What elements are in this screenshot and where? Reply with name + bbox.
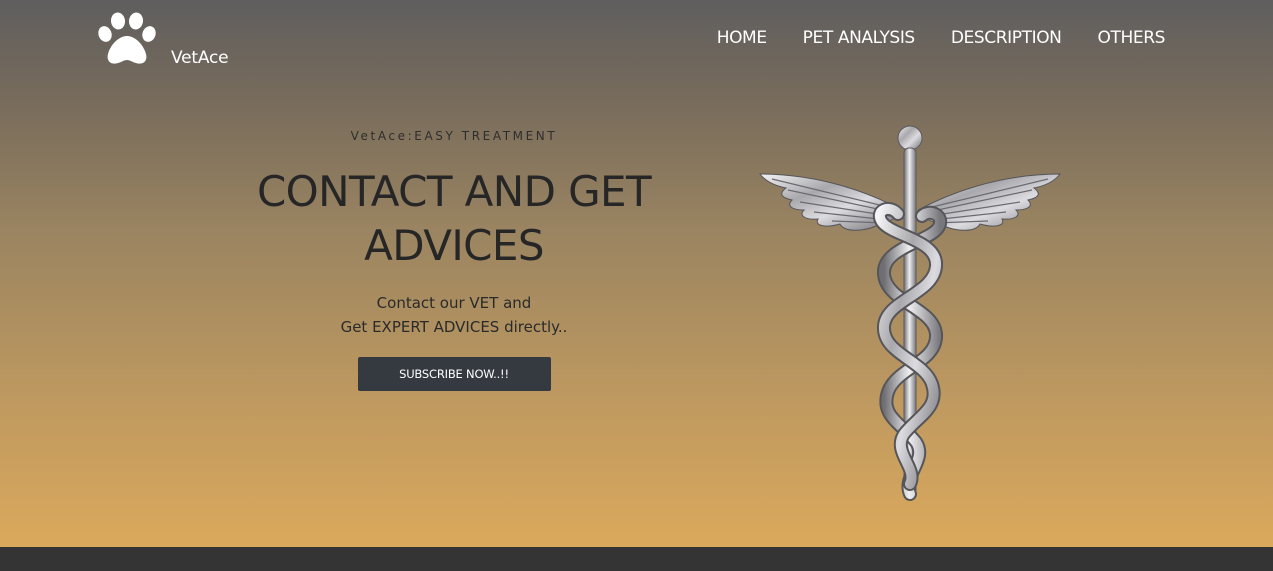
hero-text-block: VetAce:EASY TREATMENT CONTACT AND GET AD… — [234, 129, 674, 391]
hero-headline: CONTACT AND GET ADVICES — [234, 165, 674, 273]
hero-description-line2: Get EXPERT ADVICES directly.. — [340, 318, 568, 336]
hero-headline-line2: ADVICES — [364, 221, 544, 270]
nav-others[interactable]: OTHERS — [1098, 28, 1166, 48]
subscribe-button[interactable]: SUBSCRIBE NOW..!! — [357, 357, 551, 391]
caduceus-image — [758, 125, 1062, 501]
hero-section: VetAce HOME PET ANALYSIS DESCRIPTION OTH… — [0, 0, 1273, 547]
nav-pet-analysis[interactable]: PET ANALYSIS — [803, 28, 916, 48]
paw-icon — [98, 12, 156, 64]
hero-headline-line1: CONTACT AND GET — [256, 167, 652, 216]
hero-description: Contact our VET and Get EXPERT ADVICES d… — [234, 291, 674, 339]
brand-name[interactable]: VetAce — [171, 48, 229, 68]
hero-description-line1: Contact our VET and — [376, 294, 532, 312]
nav-description[interactable]: DESCRIPTION — [951, 28, 1062, 48]
nav-home[interactable]: HOME — [717, 28, 767, 48]
hero-tagline: VetAce:EASY TREATMENT — [350, 129, 558, 143]
logo[interactable]: VetAce — [96, 12, 229, 68]
main-nav: HOME PET ANALYSIS DESCRIPTION OTHERS — [681, 28, 1166, 48]
footer-bar — [0, 547, 1273, 571]
